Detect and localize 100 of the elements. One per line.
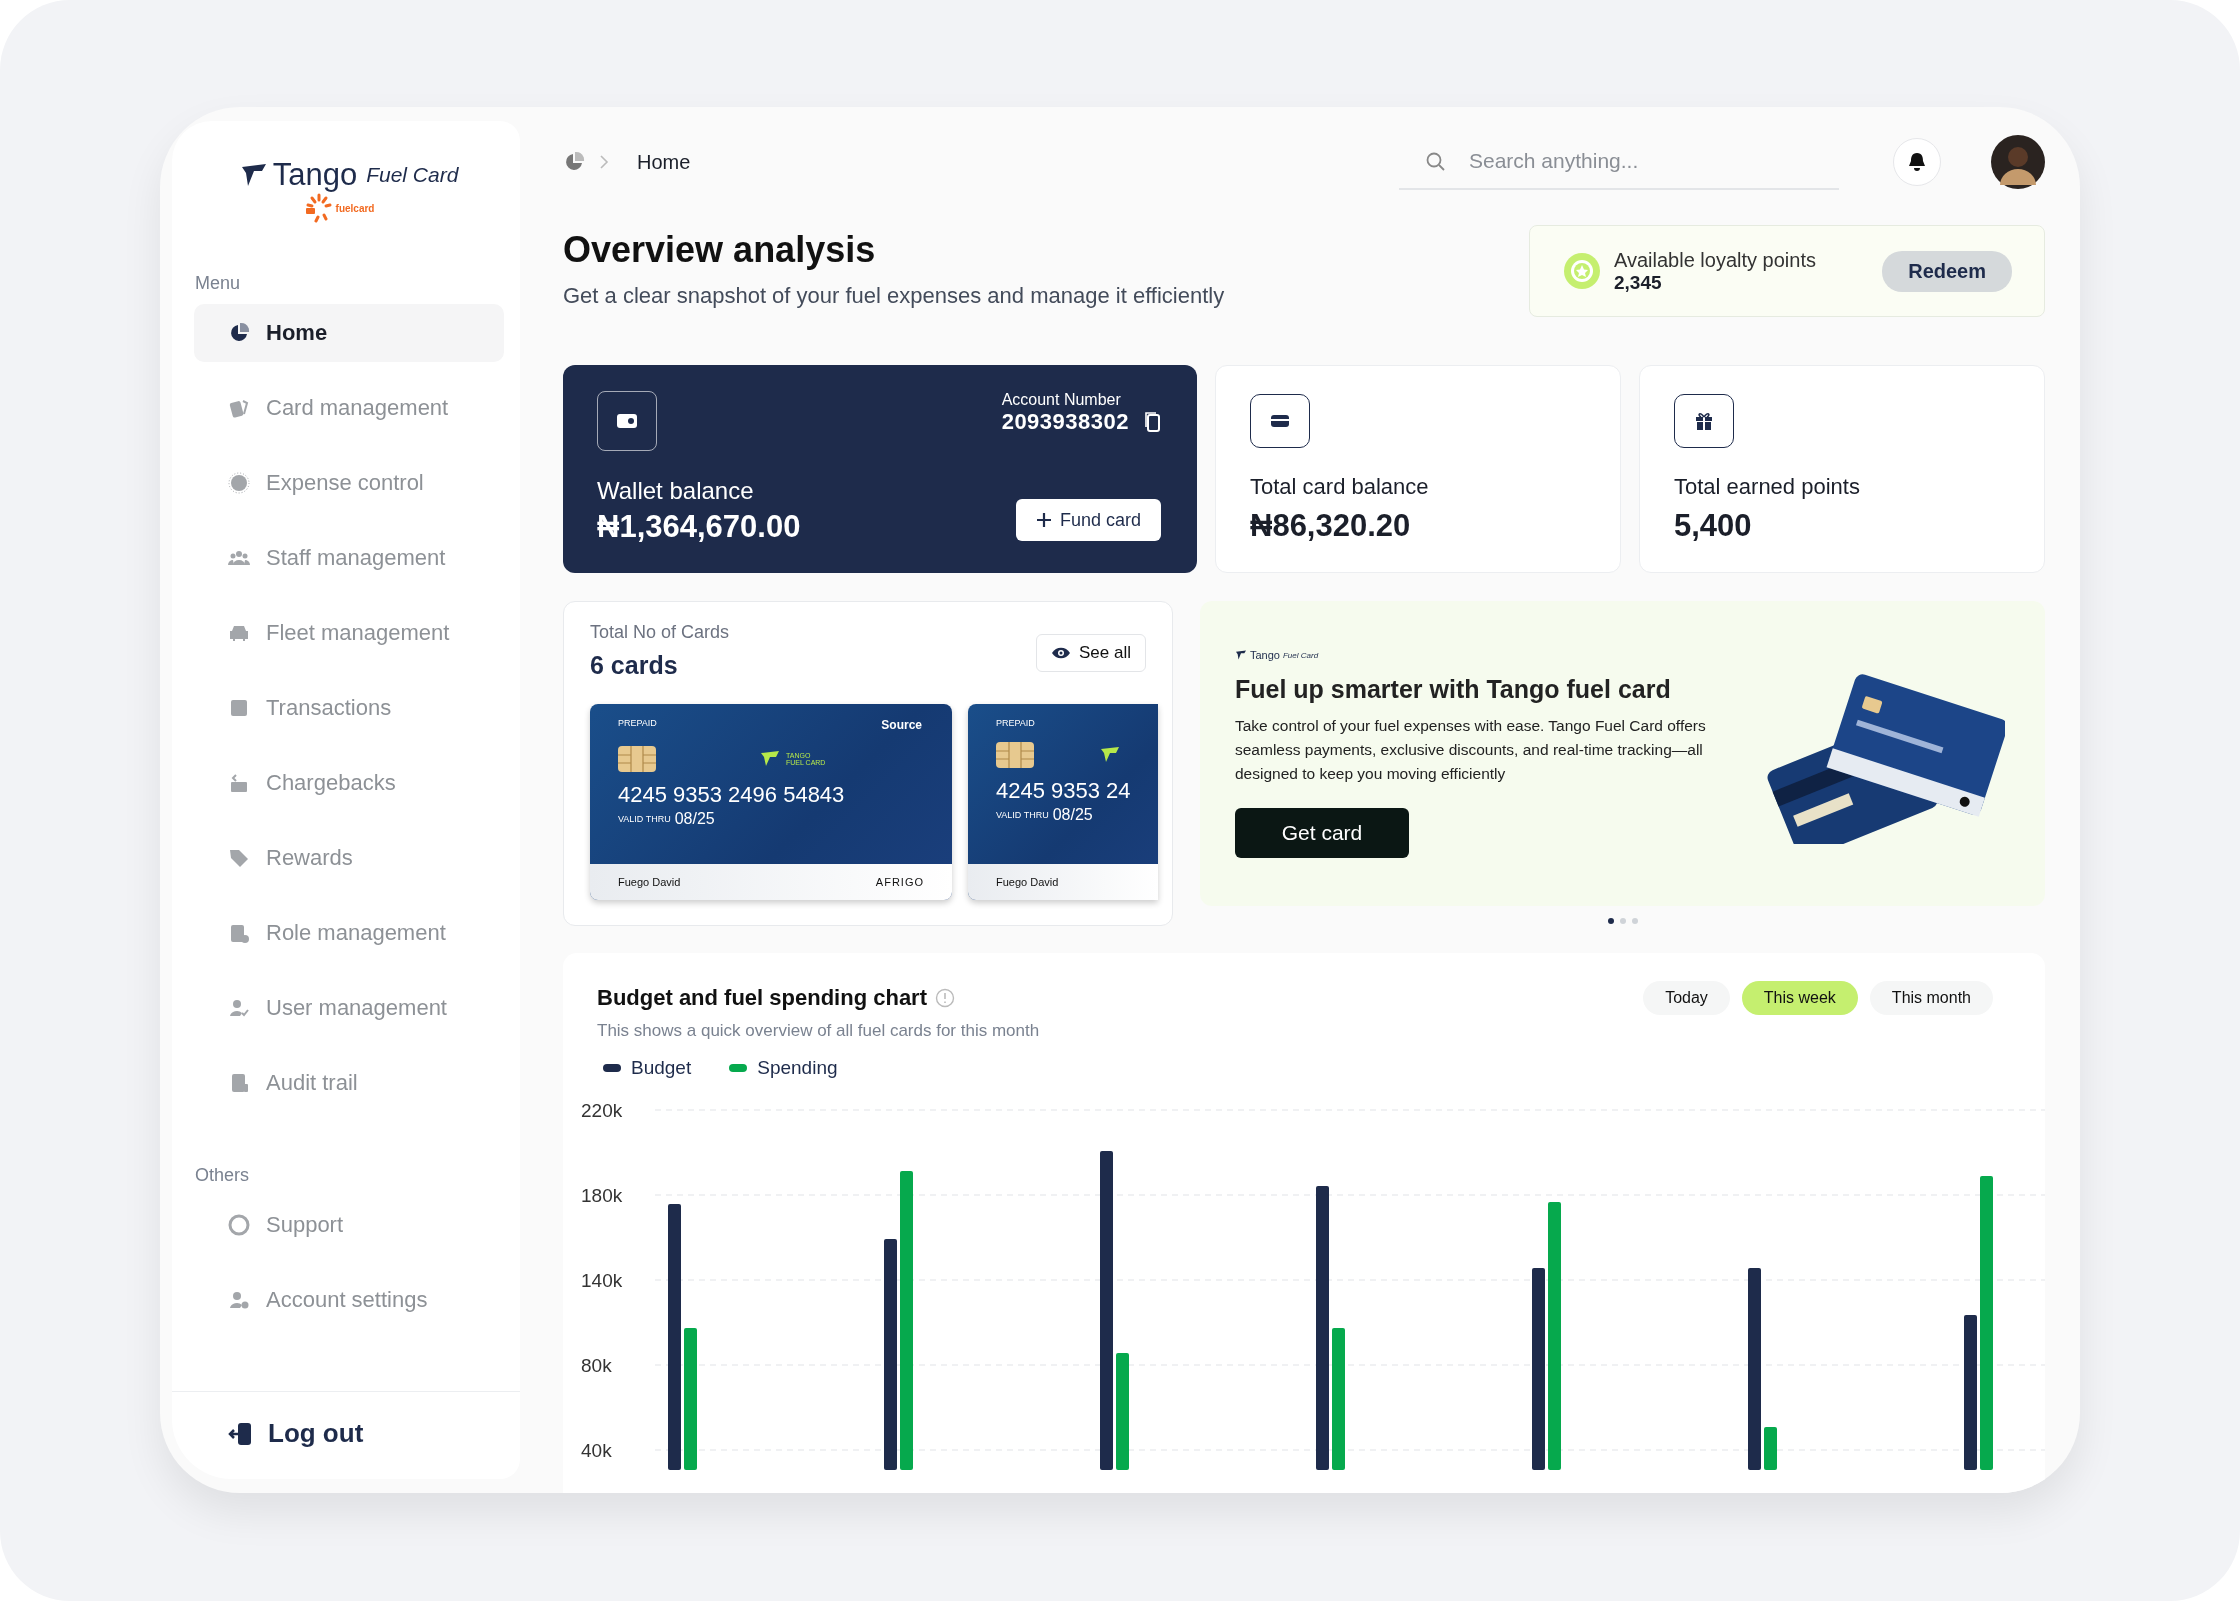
chip-icon (996, 742, 1034, 768)
nav-item[interactable]: Audit trail (194, 1054, 504, 1112)
card-icon (1250, 394, 1310, 448)
promo-text: Take control of your fuel expenses with ease. Tango Fuel Card offers seamless payments, exclusive discounts, and real-time tracking—all designed to keep you moving efficiently (1235, 716, 1707, 784)
page-title: Overview analysis (563, 229, 877, 271)
cash-icon (228, 772, 250, 794)
chip-icon (618, 746, 656, 772)
axis-tick-label: 140k (581, 1270, 623, 1291)
slide-dot[interactable] (1631, 918, 1638, 924)
fund-card-button[interactable]: Fund card (1015, 499, 1161, 541)
nav-item[interactable]: Chargebacks (194, 754, 504, 812)
bell-icon (1908, 152, 1926, 172)
nav-item[interactable]: Role management (194, 904, 504, 962)
range-tab[interactable]: This week (1741, 981, 1858, 1015)
nav-item[interactable]: Card management (194, 379, 504, 437)
account-label: Account Number (1001, 391, 1122, 409)
nav-item[interactable]: Fleet management (194, 604, 504, 662)
user-check-icon (228, 997, 250, 1019)
redeem-button[interactable]: Redeem (1882, 250, 2012, 292)
axis-tick-label: 80k (581, 1355, 612, 1376)
chart-title: Budget and fuel spending chart (597, 985, 927, 1011)
promo-brand-tag: Fuel Card (1283, 650, 1319, 660)
nav-item[interactable]: Transactions (194, 679, 504, 737)
valid-label: VALID THRU (996, 810, 1049, 820)
nav-item[interactable]: User management (194, 979, 504, 1037)
legend-label: Spending (757, 1057, 838, 1079)
star-coin-icon (1562, 251, 1602, 291)
pie-chart-icon (228, 322, 250, 344)
nav-item[interactable]: Expense control (194, 454, 504, 512)
wallet-amount: ₦1,364,670.00 (597, 509, 801, 545)
legend-label: Budget (631, 1057, 692, 1079)
search-field[interactable]: Search anything... (1399, 134, 1839, 190)
nav-item[interactable]: Account settings (194, 1271, 504, 1329)
get-card-button[interactable]: Get card (1235, 808, 1409, 858)
nav-item[interactable]: Home (194, 304, 504, 362)
axis-tick-label: 180k (581, 1185, 623, 1206)
nav-item[interactable]: Rewards (194, 829, 504, 887)
logo-icon (1235, 650, 1247, 660)
account-number: 2093938302 (1001, 409, 1129, 435)
card-expiry: 08/25 (674, 810, 715, 828)
card-number: 4245 9353 24 (995, 777, 1132, 804)
range-tab[interactable]: This month (1869, 981, 1993, 1015)
stat-value: 5,400 (1674, 508, 1753, 544)
nav-item[interactable]: Staff management (194, 529, 504, 587)
nav-item[interactable]: Support (194, 1196, 504, 1254)
section-title: Others (195, 1165, 251, 1186)
promo-title: Fuel up smarter with Tango fuel card (1235, 675, 1672, 704)
card-type: PREPAID (996, 718, 1035, 728)
card-type: PREPAID (618, 718, 657, 730)
leaf-logo-icon (760, 751, 780, 767)
card-holder: Fuego David (996, 876, 1059, 888)
stat-value: ₦86,320.20 (1250, 508, 1412, 544)
fuel-card[interactable]: PREPAID 4245 9353 24 VALID THRU 08/25 Fuego David (968, 704, 1158, 900)
plus-icon (1035, 512, 1052, 528)
loyalty-points: 2,345 (1614, 271, 1663, 294)
slide-dot[interactable] (1619, 918, 1626, 924)
gift-icon (1674, 394, 1734, 448)
see-all-button[interactable]: See all (1036, 634, 1146, 672)
bar (1764, 1427, 1777, 1470)
section-title: Menu (195, 273, 242, 294)
sunburst-icon (303, 193, 334, 223)
logo-tagline: Fuel Card (366, 163, 459, 187)
card-expiry: 08/25 (1052, 806, 1093, 824)
pie-icon (563, 151, 585, 173)
logo-subtitle: fuelcard (335, 202, 375, 214)
search-icon (1425, 151, 1447, 173)
slide-dot[interactable] (1607, 918, 1614, 924)
breadcrumb-current: Home (637, 150, 691, 174)
valid-label: VALID THRU (618, 814, 671, 824)
page-subtitle: Get a clear snapshot of your fuel expenses and manage it efficiently (563, 283, 1225, 309)
chart-subtitle: This shows a quick overview of all fuel cards for this month (597, 1021, 1041, 1041)
cards-count: 6 cards (590, 651, 679, 680)
id-badge-icon (228, 922, 250, 944)
card-network: AFRIGO (875, 876, 924, 888)
wallet-icon (597, 391, 657, 451)
timer-icon (228, 472, 250, 494)
logo-name: Tango (272, 157, 358, 193)
logout-icon (228, 1420, 254, 1447)
axis-tick-label: 220k (581, 1100, 623, 1121)
user-settings-icon (228, 1289, 250, 1311)
notification-button[interactable] (1893, 138, 1941, 186)
loyalty-label: Available loyalty points (1614, 248, 1817, 272)
cards-icon (228, 397, 250, 419)
tag-icon (228, 847, 250, 869)
leaf-logo-icon (1100, 747, 1120, 763)
logout-button[interactable]: Log out (172, 1391, 520, 1459)
stat-label: Total card balance (1250, 474, 1430, 500)
range-tab[interactable]: Today (1643, 981, 1730, 1015)
bank-name: Source (881, 718, 922, 732)
eye-icon (1051, 646, 1071, 660)
cards-label: Total No of Cards (590, 622, 730, 643)
promo-brand: Tango (1250, 649, 1280, 661)
chevron-icon (599, 154, 609, 170)
wallet-label: Wallet balance (597, 477, 755, 505)
logo-icon (239, 163, 268, 187)
stat-label: Total earned points (1674, 474, 1861, 500)
axis-tick-label: 40k (581, 1440, 612, 1461)
avatar[interactable] (1991, 135, 2045, 189)
copy-icon[interactable] (1145, 411, 1161, 433)
card-holder: Fuego David (618, 876, 681, 888)
